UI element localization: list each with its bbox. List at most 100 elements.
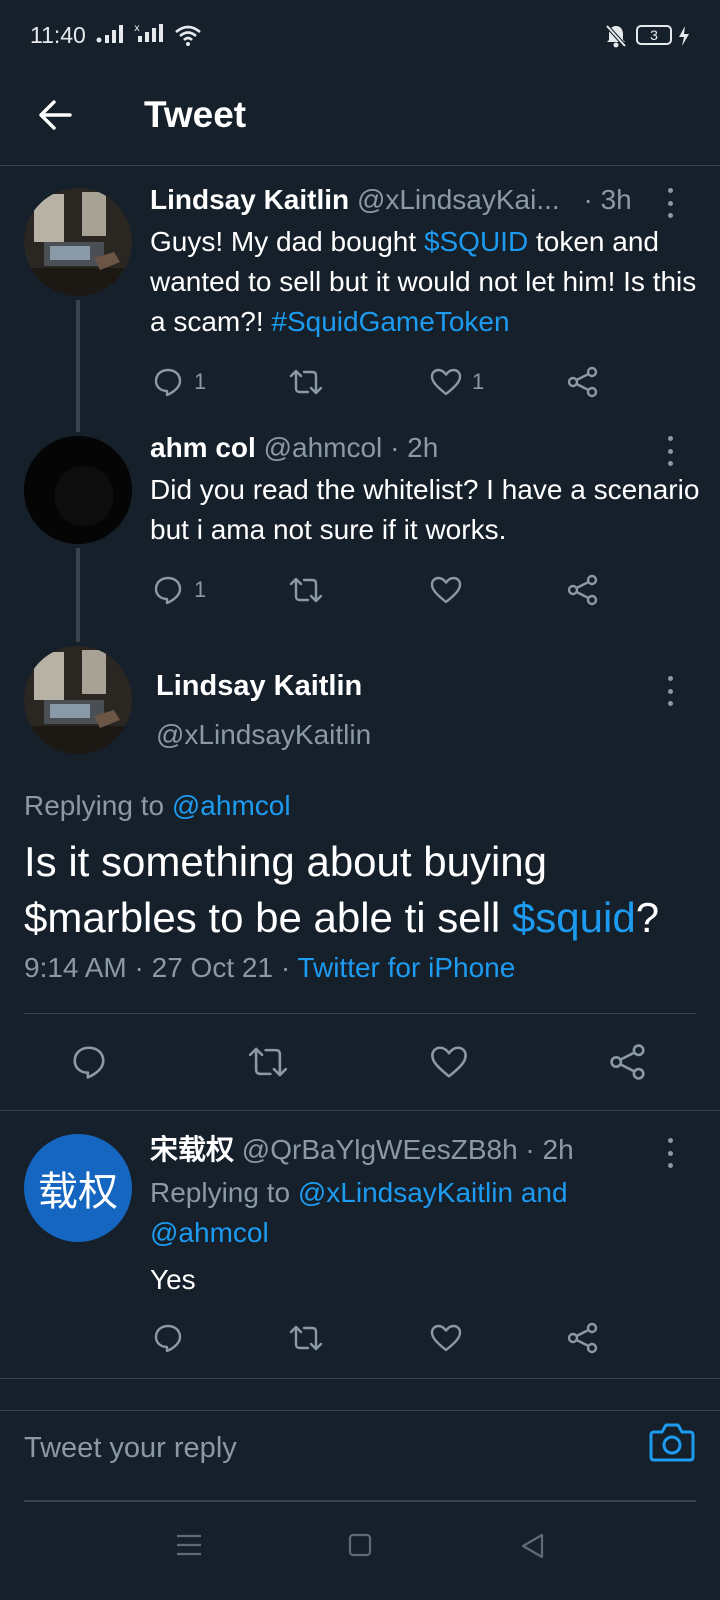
reply-composer [24, 1410, 696, 1502]
like-button[interactable] [430, 570, 462, 610]
author-handle: @ahmcol [263, 432, 383, 463]
replying-to-line: Replying to @xLindsayKaitlin and @ahmcol [150, 1173, 620, 1253]
back-nav-icon[interactable] [520, 1533, 544, 1559]
tweet-text-part: Is it something about buying $marbles to… [24, 838, 547, 941]
share-icon [610, 1044, 645, 1080]
system-nav-bar [0, 1505, 720, 1600]
like-button[interactable]: 1 [430, 362, 484, 402]
camera-button[interactable] [648, 1420, 696, 1468]
share-button[interactable] [566, 1318, 600, 1358]
avatar-photo [24, 646, 132, 754]
tweet-text: Guys! My dad bought $SQUID token and wan… [150, 222, 700, 342]
tweet-text: Did you read the whitelist? I have a sce… [150, 474, 700, 545]
author-handle: @QrBaYlgWEesZB8h [241, 1134, 518, 1165]
top-app-bar: Tweet [0, 70, 720, 166]
separator-dot: · [134, 952, 144, 983]
tweet-age: 2h [407, 432, 439, 463]
status-bar: 11:40 x 3 [0, 0, 720, 70]
retweet-button[interactable] [246, 1040, 290, 1084]
reply-icon [154, 1324, 182, 1353]
tweet-actions: 1 [150, 570, 620, 610]
home-icon[interactable] [348, 1533, 372, 1557]
reply-input[interactable] [24, 1426, 604, 1470]
thread-connector [76, 300, 80, 432]
tweet-text: Yes [150, 1264, 196, 1295]
author-handle: @xLindsayKai... [356, 184, 560, 215]
like-count: 1 [472, 369, 485, 394]
retweet-icon [289, 369, 323, 395]
reply-icon [154, 576, 182, 605]
tweet-meta: 9:14 AM · 27 Oct 21 · Twitter for iPhone [24, 952, 515, 984]
tweet-age: 3h [600, 184, 632, 215]
divider [24, 1013, 696, 1014]
avatar-photo [24, 188, 132, 296]
reply-button[interactable]: 1 [152, 362, 206, 402]
avatar[interactable] [24, 436, 132, 544]
more-options-button[interactable] [660, 676, 680, 706]
tweet-text-part: ? [635, 894, 660, 941]
replying-prefix: Replying to [24, 790, 172, 821]
retweet-button[interactable] [288, 570, 324, 610]
more-options-button[interactable] [660, 436, 680, 466]
reply-button[interactable] [152, 1318, 184, 1358]
author-name[interactable]: Lindsay Kaitlin [156, 670, 362, 703]
like-button[interactable] [430, 1318, 462, 1358]
separator-dot: · [583, 184, 593, 215]
author-name[interactable]: ahm col [150, 432, 256, 463]
hashtag-link[interactable]: #SquidGameToken [271, 306, 509, 337]
reply-button[interactable]: 1 [152, 570, 206, 610]
more-options-button[interactable] [660, 1138, 680, 1168]
menu-icon[interactable] [176, 1533, 202, 1557]
share-button[interactable] [566, 362, 600, 402]
tweet-screen: 11:40 x 3 Tweet Lindsay Kaitlin @xLindsa… [0, 0, 720, 1600]
battery-icon: 3 [636, 25, 672, 45]
author-handle[interactable]: @xLindsayKaitlin [156, 719, 371, 751]
signal-icon [96, 25, 123, 43]
more-options-button[interactable] [660, 188, 680, 218]
thread-connector [76, 548, 80, 642]
signal-icon: x [134, 23, 163, 42]
cashtag-link[interactable]: $SQUID [424, 226, 528, 257]
wifi-icon [175, 25, 201, 46]
cashtag-link[interactable]: $squid [512, 894, 636, 941]
share-button[interactable] [566, 570, 600, 610]
heart-icon [430, 368, 462, 396]
reply-count: 1 [194, 369, 207, 394]
separator-dot: · [280, 952, 291, 983]
heart-icon [430, 576, 462, 604]
tweet-date: 27 Oct 21 [151, 952, 274, 983]
replying-to-line: Replying to @ahmcol [24, 790, 291, 822]
tweet-source-link[interactable]: Twitter for iPhone [297, 952, 515, 983]
divider [0, 1110, 720, 1111]
like-button[interactable] [430, 1040, 468, 1084]
separator-dot: · [390, 432, 400, 463]
reply-icon [73, 1046, 105, 1079]
separator-dot: · [525, 1134, 535, 1165]
heart-icon [430, 1324, 462, 1352]
tweet-text-part: Guys! My dad bought [150, 226, 424, 257]
author-name[interactable]: 宋载权 [150, 1133, 234, 1166]
reply-count: 1 [194, 577, 207, 602]
mention-link[interactable]: @ahmcol [172, 790, 291, 821]
avatar-photo [24, 436, 132, 544]
avatar[interactable] [24, 646, 132, 754]
arrow-left-icon [39, 100, 72, 130]
back-button[interactable] [30, 90, 80, 140]
avatar[interactable] [24, 188, 132, 296]
retweet-icon [289, 577, 323, 603]
avatar[interactable]: 载权 [24, 1134, 132, 1242]
reply-button[interactable] [70, 1040, 108, 1084]
retweet-icon [289, 1325, 323, 1351]
tweet-actions: 1 1 [150, 362, 620, 402]
share-icon [567, 1322, 598, 1354]
share-icon [567, 366, 598, 398]
share-button[interactable] [608, 1040, 648, 1084]
retweet-icon [248, 1047, 288, 1077]
retweet-button[interactable] [288, 1318, 324, 1358]
tweet-author-line: Lindsay Kaitlin @xLindsayKai... · 3h [150, 183, 632, 217]
tweet-actions [150, 1318, 620, 1358]
camera-icon [649, 1423, 695, 1462]
bell-off-icon [605, 24, 627, 48]
author-name[interactable]: Lindsay Kaitlin [150, 184, 349, 215]
retweet-button[interactable] [288, 362, 324, 402]
